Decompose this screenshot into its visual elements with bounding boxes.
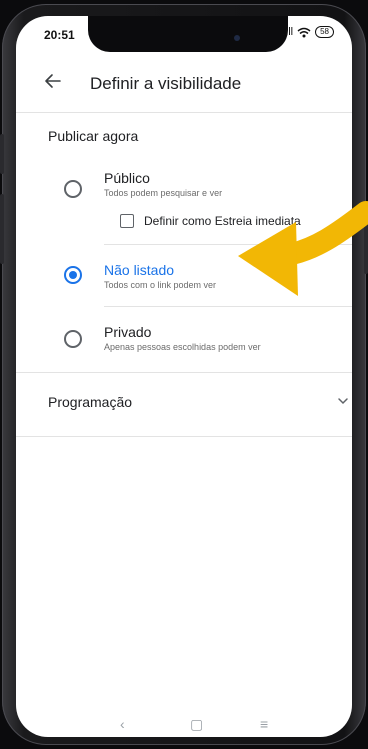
option-divider [104, 244, 352, 245]
radio-nao-listado[interactable] [64, 266, 82, 284]
battery-icon: 58 [315, 26, 334, 38]
back-arrow-icon[interactable] [44, 72, 62, 90]
premiere-label[interactable]: Definir como Estreia imediata [144, 214, 301, 228]
wifi-icon [297, 27, 311, 37]
volume-button [0, 194, 4, 264]
option-divider [104, 306, 352, 307]
status-time: 20:51 [44, 28, 75, 42]
option-subtitle-publico: Todos podem pesquisar e ver [104, 188, 223, 198]
section-label: Publicar agora [48, 128, 139, 144]
nav-menu-icon[interactable]: ≡ [260, 716, 268, 732]
radio-publico[interactable] [64, 180, 82, 198]
nav-back-icon[interactable]: ‹ [120, 716, 125, 732]
premiere-checkbox[interactable] [120, 214, 134, 228]
section-divider [16, 436, 352, 437]
section-divider [16, 372, 352, 373]
camera-lens [234, 35, 240, 41]
radio-privado[interactable] [64, 330, 82, 348]
option-title-nao-listado[interactable]: Não listado [104, 262, 174, 278]
option-title-privado[interactable]: Privado [104, 324, 151, 340]
option-subtitle-nao-listado: Todos com o link podem ver [104, 280, 217, 290]
status-icons: .ıll 58 [282, 26, 334, 38]
schedule-label[interactable]: Programação [48, 394, 132, 410]
option-title-publico[interactable]: Público [104, 170, 150, 186]
volume-button [0, 134, 4, 174]
header-divider [16, 112, 352, 113]
app-header: Definir a visibilidade [16, 64, 352, 108]
option-subtitle-privado: Apenas pessoas escolhidas podem ver [104, 342, 261, 352]
nav-home-icon[interactable]: ▢ [190, 716, 203, 733]
signal-icon: .ıll [282, 26, 294, 38]
chevron-down-icon[interactable] [336, 394, 350, 408]
page-title: Definir a visibilidade [90, 74, 242, 93]
camera-notch [88, 16, 288, 52]
phone-screen: 20:51 .ıll 58 Definir a visibilidade Pub… [16, 16, 352, 737]
power-button [364, 214, 368, 274]
